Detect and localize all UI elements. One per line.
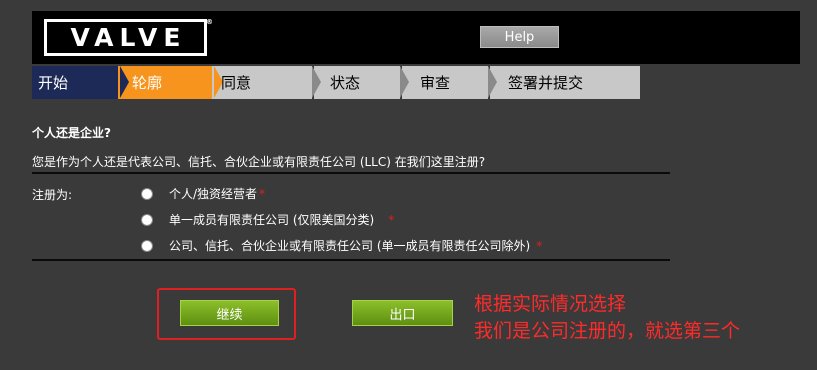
help-button[interactable]: Help: [480, 26, 559, 48]
step-status: 状态: [314, 66, 400, 99]
step-profile: 轮廓: [118, 66, 214, 99]
radio-company[interactable]: [141, 239, 153, 252]
question-title: 个人还是企业?: [32, 126, 111, 140]
divider-top: [32, 172, 670, 174]
option-label: 单一成员有限责任公司 (仅限美国分类): [169, 213, 375, 227]
step-label: 轮廓: [132, 74, 163, 92]
step-label: 签署并提交: [508, 74, 584, 92]
question-text: 您是作为个人还是代表公司、信托、合伙企业或有限责任公司 (LLC) 在我们这里注…: [32, 155, 486, 169]
option-label: 个人/独资经营者: [169, 187, 258, 201]
registered-mark: ®: [206, 18, 213, 26]
valve-logo: VALVE ®: [44, 18, 213, 56]
required-mark: *: [388, 212, 395, 227]
step-label: 开始: [38, 74, 69, 92]
step-label: 同意: [221, 74, 252, 92]
option-company: 公司、信托、合伙企业或有限责任公司 (单一成员有限责任公司除外) *: [141, 237, 542, 254]
radio-single-member-llc[interactable]: [141, 213, 153, 226]
option-single-member-llc: 单一成员有限责任公司 (仅限美国分类) *: [141, 211, 394, 228]
step-review: 审查: [402, 66, 488, 99]
divider-bottom: [32, 259, 670, 261]
progress-steps: 开始 轮廓 同意 状态 审查 签署并提交: [32, 66, 640, 99]
option-label: 公司、信托、合伙企业或有限责任公司 (单一成员有限责任公司除外): [169, 239, 531, 253]
step-separator: [400, 66, 409, 98]
exit-button[interactable]: 出口: [352, 300, 453, 326]
step-label: 状态: [330, 74, 361, 92]
header-bar: VALVE ® Help: [32, 11, 800, 64]
required-mark: *: [536, 238, 543, 253]
option-individual: 个人/独资经营者 *: [141, 185, 265, 202]
step-separator: [120, 66, 129, 98]
step-start: 开始: [32, 66, 120, 99]
continue-button[interactable]: 继续: [180, 300, 279, 326]
step-sign-submit: 签署并提交: [490, 66, 640, 99]
step-separator: [312, 66, 321, 98]
step-agreement: 同意: [212, 66, 312, 99]
annotation-line-1: 根据实际情况选择: [474, 293, 627, 315]
logo-text: VALVE: [70, 23, 187, 52]
register-as-label: 注册为:: [32, 188, 73, 202]
radio-individual[interactable]: [141, 187, 153, 200]
step-separator: [488, 66, 497, 98]
step-label: 审查: [420, 74, 451, 92]
required-mark: *: [259, 186, 266, 201]
annotation-line-2: 我们是公司注册的，就选第三个: [474, 320, 741, 342]
